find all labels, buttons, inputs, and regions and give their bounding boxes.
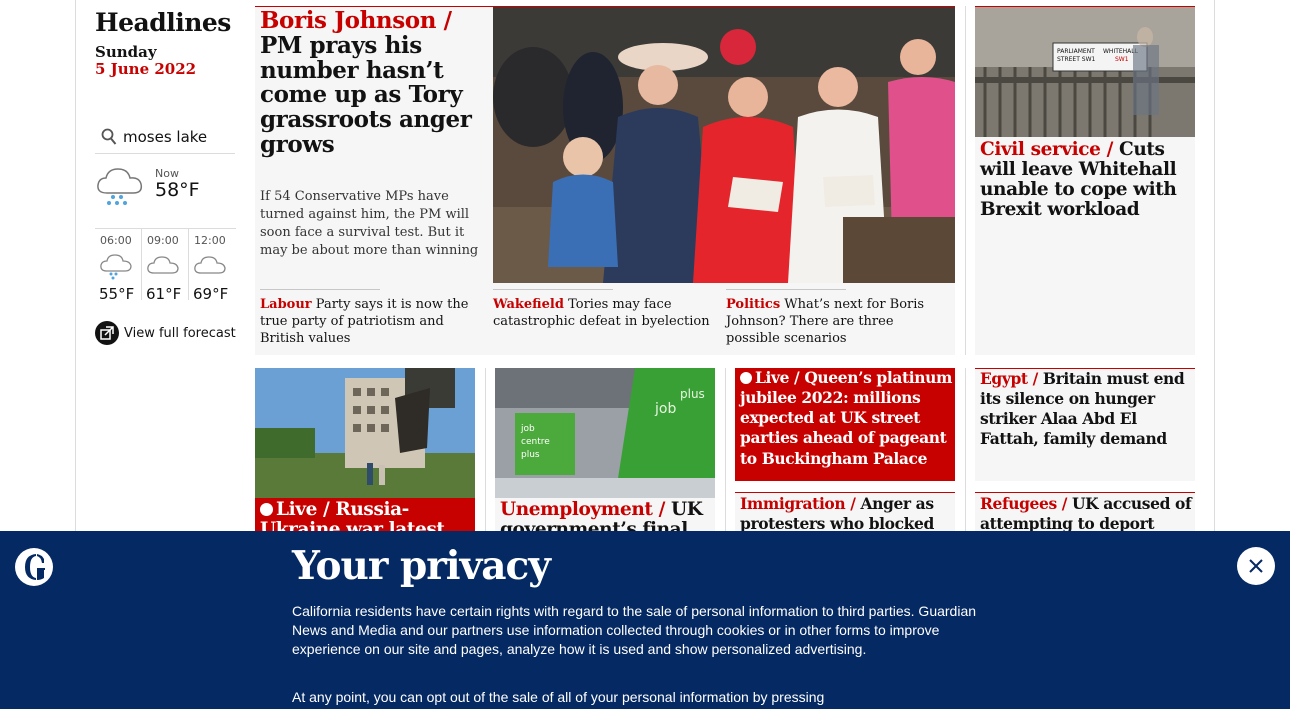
close-button[interactable] [1237, 547, 1275, 585]
day-label: Sunday [95, 43, 157, 61]
live-kicker: Live / [260, 499, 330, 520]
external-link-icon [95, 321, 119, 345]
unemployment-image[interactable]: job centre plus job plus [495, 368, 715, 498]
sign-text: PARLIAMENT [1057, 48, 1095, 55]
rain-cloud-icon [99, 253, 133, 285]
unemployment-kicker: Unemployment / [500, 499, 665, 520]
column-divider [725, 368, 726, 533]
sign-text: centre [521, 437, 550, 447]
sign-text: job [520, 424, 535, 434]
sign-text: STREET SW1 [1057, 56, 1096, 63]
forecast-time: 12:00 [194, 234, 226, 247]
forecast-temp: 69°F [193, 285, 229, 303]
date-label: 5 June 2022 [95, 60, 197, 78]
civil-service-headline[interactable]: Civil service / Cuts will leave Whitehal… [980, 140, 1192, 220]
privacy-banner: Your privacy California residents have c… [0, 531, 1290, 709]
main-story-kicker: Boris Johnson / [260, 7, 452, 34]
page-title: Headlines [95, 8, 231, 37]
sign-text: plus [680, 387, 705, 401]
search-icon [101, 128, 117, 146]
forecast-time: 09:00 [147, 234, 179, 247]
hourly-forecast: 06:00 55°F 09:00 61°F 12:00 69°F [95, 228, 236, 303]
related-links: Labour Party says it is now the true par… [255, 289, 955, 353]
now-temperature: 58°F [155, 179, 200, 201]
main-story-standfirst: If 54 Conservative MPs have turned again… [260, 189, 479, 258]
refugees-headline[interactable]: Refugees / UK accused of attempting to d… [980, 494, 1192, 534]
sign-text: job [654, 401, 676, 417]
ukraine-image[interactable] [255, 368, 475, 498]
forecast-time: 06:00 [100, 234, 132, 247]
column-divider [965, 6, 966, 355]
jubilee-live-card[interactable]: Live / Queen’s platinum jubilee 2022: mi… [735, 368, 955, 481]
immigration-kicker: Immigration / [740, 494, 856, 513]
related-link[interactable]: Labour Party says it is now the true par… [260, 289, 485, 348]
related-link-kicker: Wakefield [493, 297, 564, 312]
privacy-paragraph: At any point, you can opt out of the sal… [292, 689, 825, 705]
column-divider [965, 368, 966, 533]
column-divider [485, 368, 486, 533]
civil-service-kicker: Civil service / [980, 139, 1113, 160]
main-story-headline[interactable]: Boris Johnson / PM prays his number hasn… [260, 7, 485, 159]
weather-location-search [95, 120, 235, 154]
related-link-kicker: Labour [260, 297, 312, 312]
related-link[interactable]: Wakefield Tories may face catastrophic d… [493, 289, 718, 331]
main-story-card[interactable]: Boris Johnson / PM prays his number hasn… [255, 6, 955, 355]
close-icon [1249, 559, 1263, 573]
current-weather: Now 58°F [95, 165, 235, 227]
sign-text: SW1 [1115, 56, 1129, 63]
cloud-icon [193, 253, 227, 285]
live-dot-icon [260, 503, 273, 516]
forecast-slot: 06:00 55°F [95, 229, 142, 303]
privacy-title: Your privacy [292, 543, 551, 589]
forecast-temp: 55°F [99, 285, 135, 303]
guardian-logo-icon [15, 548, 53, 586]
live-kicker: Live / [740, 368, 800, 387]
egypt-kicker: Egypt / [980, 369, 1038, 388]
related-link-kicker: Politics [726, 297, 781, 312]
civil-service-card[interactable]: PARLIAMENT STREET SW1 WHITEHALL SW1 Civi… [975, 6, 1195, 355]
cloud-icon [146, 253, 180, 285]
main-story-headline-text: PM prays his number hasn’t come up as To… [260, 31, 472, 159]
sign-text: plus [521, 450, 540, 460]
civil-service-image[interactable]: PARLIAMENT STREET SW1 WHITEHALL SW1 [975, 7, 1195, 137]
live-dot-icon [740, 372, 752, 384]
forecast-slot: 09:00 61°F [142, 229, 189, 303]
view-forecast-label: View full forecast [124, 325, 236, 341]
related-link[interactable]: Politics What’s next for Boris Johnson? … [726, 289, 951, 348]
refugees-kicker: Refugees / [980, 494, 1068, 513]
jubilee-headline[interactable]: Live / Queen’s platinum jubilee 2022: mi… [740, 368, 952, 469]
view-full-forecast-link[interactable]: View full forecast [95, 321, 236, 345]
main-story-image[interactable] [493, 7, 955, 283]
privacy-paragraph: California residents have certain rights… [292, 603, 977, 657]
forecast-temp: 61°F [146, 285, 182, 303]
egypt-headline[interactable]: Egypt / Britain must end its silence on … [980, 369, 1192, 450]
egypt-card[interactable]: Egypt / Britain must end its silence on … [975, 368, 1195, 481]
location-input[interactable] [123, 127, 233, 146]
rain-cloud-icon [95, 165, 147, 213]
forecast-slot: 12:00 69°F [189, 229, 236, 303]
